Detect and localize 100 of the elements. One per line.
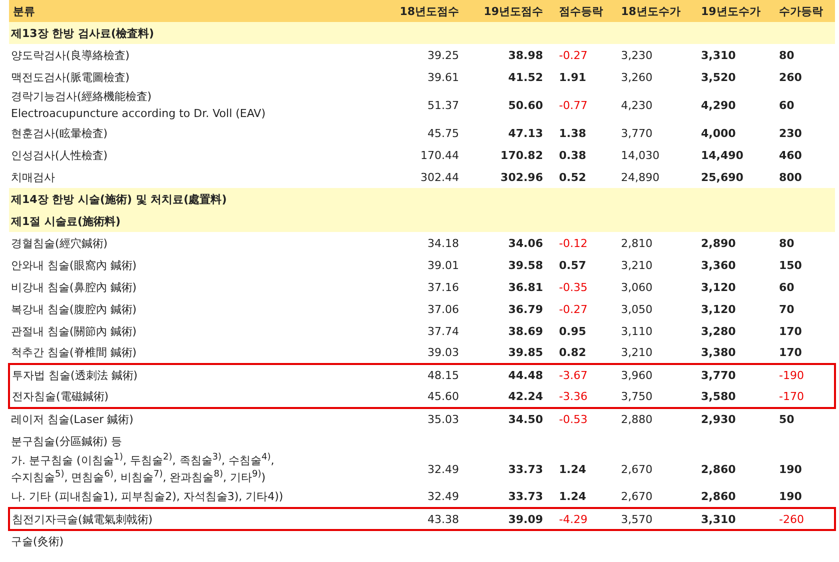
fee-value: 25,690 [701, 170, 744, 184]
score-value: 37.74 [428, 324, 459, 338]
score-value: 33.73 [508, 462, 543, 476]
fee-value: 3,110 [621, 324, 652, 338]
score-value: 37.06 [428, 302, 459, 316]
fee-value: 4,230 [621, 98, 652, 112]
fee-value: 4,290 [701, 98, 736, 112]
fee-value: 2,810 [621, 236, 652, 250]
change-value: -3.67 [559, 369, 588, 382]
category-text: 분구침술(分區鍼術) 등 [11, 434, 122, 448]
fee-value: 2,670 [621, 462, 652, 476]
fee-value: 2,670 [621, 490, 652, 503]
fee-value: 3,210 [621, 346, 652, 359]
change-value: 230 [779, 126, 802, 140]
category-text: 맥전도검사(脈電圖檢査) [11, 70, 130, 84]
fee-value: 3,120 [701, 280, 736, 294]
category-text: 투자법 침술(透刺法 鍼術) [12, 369, 138, 382]
fee-value: 3,210 [621, 258, 652, 272]
change-value: 0.57 [559, 258, 586, 272]
score-value: 41.52 [508, 70, 543, 84]
score-value: 45.60 [428, 390, 459, 403]
fee-value: 3,120 [701, 302, 736, 316]
score-value: 48.15 [428, 369, 459, 382]
section-title: 제1절 시술료(施術料) [11, 214, 121, 228]
column-header: 19년도점수 [459, 0, 547, 22]
score-value: 39.58 [508, 258, 543, 272]
score-value: 51.37 [428, 98, 459, 112]
score-value: 47.13 [508, 126, 543, 140]
change-value: -0.12 [559, 236, 588, 250]
category-text: 관절내 침술(關節內 鍼術) [11, 324, 137, 338]
change-value: 1.24 [559, 490, 586, 503]
score-value: 302.96 [500, 170, 543, 184]
category-text: 경락기능검사(經絡機能檢査) Electroacupuncture according to Dr. Voll (EAV) [11, 90, 266, 120]
fee-value: 24,890 [621, 170, 660, 184]
change-value: 70 [779, 302, 794, 316]
fee-value: 2,890 [701, 236, 736, 250]
change-value: -190 [779, 369, 804, 382]
change-value: -0.77 [559, 98, 588, 112]
fee-value: 3,770 [621, 126, 652, 140]
change-value: 190 [779, 490, 802, 503]
fee-value: 3,310 [701, 512, 736, 526]
score-value: 34.06 [508, 236, 543, 250]
category-text: 현훈검사(眩暈檢査) [11, 126, 108, 140]
score-value: 36.81 [508, 280, 543, 294]
score-value: 35.03 [428, 413, 459, 426]
fee-value: 2,880 [621, 413, 652, 426]
fee-value: 2,930 [701, 413, 736, 426]
fee-value: 3,520 [701, 70, 736, 84]
change-value: 150 [779, 258, 802, 272]
change-value: -4.29 [559, 512, 588, 526]
fee-value: 3,310 [701, 48, 736, 62]
fee-value: 3,750 [621, 390, 652, 403]
fee-value: 14,030 [621, 148, 660, 162]
change-value: 0.52 [559, 170, 586, 184]
score-value: 32.49 [428, 490, 459, 503]
section-title: 제14장 한방 시술(施術) 및 처치료(處置料) [11, 192, 227, 206]
score-value: 36.79 [508, 302, 543, 316]
category-text: 안와내 침술(眼窩內 鍼術) [11, 258, 137, 272]
score-value: 42.24 [508, 390, 543, 403]
score-value: 44.48 [508, 369, 543, 382]
change-value: 80 [779, 236, 794, 250]
fee-value: 3,360 [701, 258, 736, 272]
fee-value: 14,490 [701, 148, 744, 162]
score-value: 302.44 [420, 170, 459, 184]
change-value: 1.38 [559, 126, 586, 140]
fee-value: 3,230 [621, 48, 652, 62]
change-value: 80 [779, 48, 794, 62]
change-value: 260 [779, 70, 802, 84]
fee-value: 3,060 [621, 280, 652, 294]
score-value: 38.98 [508, 48, 543, 62]
fee-value: 2,860 [701, 462, 736, 476]
change-value: -0.27 [559, 302, 588, 316]
score-value: 34.50 [508, 413, 543, 426]
score-value: 38.69 [508, 324, 543, 338]
category-text: 비강내 침술(鼻腔內 鍼術) [11, 280, 137, 294]
fee-value: 3,770 [701, 369, 736, 382]
category-text: 전자침술(電磁鍼術) [12, 390, 109, 403]
change-value: 0.38 [559, 148, 586, 162]
change-value: -3.36 [559, 390, 588, 403]
score-value: 50.60 [508, 98, 543, 112]
change-value: -170 [779, 390, 804, 403]
score-value: 39.61 [428, 70, 459, 84]
category-text: 구술(灸術) [11, 535, 64, 548]
score-value: 34.18 [428, 236, 459, 250]
category-text: 복강내 침술(腹腔內 鍼術) [11, 302, 137, 316]
column-header: 18년도수가 [617, 0, 697, 22]
column-header: 수가등락 [777, 0, 835, 22]
fee-value: 3,380 [701, 346, 736, 359]
score-value: 45.75 [428, 126, 459, 140]
category-text: 경혈침술(經穴鍼術) [11, 236, 108, 250]
change-value: 60 [779, 280, 794, 294]
change-value: 50 [779, 413, 794, 426]
column-header: 18년도점수 [385, 0, 459, 22]
change-value: 190 [779, 462, 802, 476]
score-value: 170.82 [500, 148, 543, 162]
change-value: 1.91 [559, 70, 586, 84]
fee-value: 3,280 [701, 324, 736, 338]
score-value: 39.01 [428, 258, 459, 272]
fee-value: 3,260 [621, 70, 652, 84]
change-value: -0.27 [559, 48, 588, 62]
